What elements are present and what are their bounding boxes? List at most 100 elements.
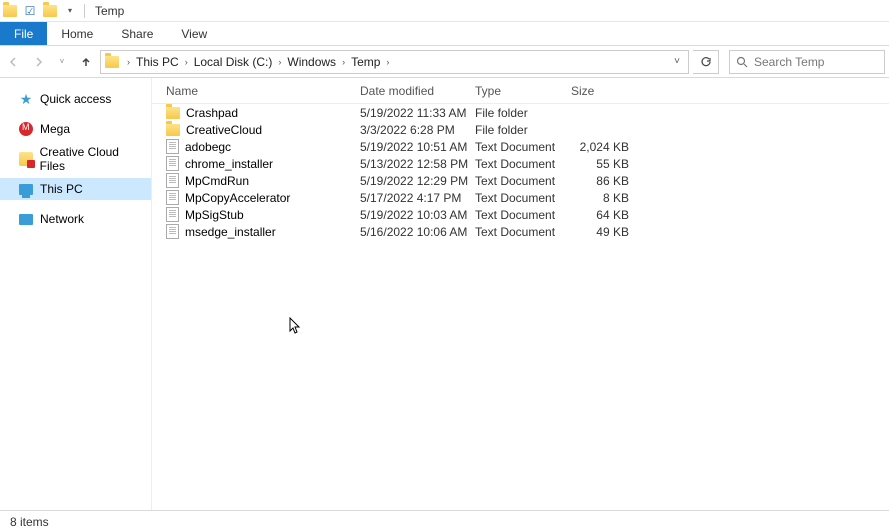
folder-icon xyxy=(166,107,180,119)
file-date: 5/16/2022 10:06 AM xyxy=(360,225,475,239)
column-header-name[interactable]: Name xyxy=(152,84,360,98)
file-name: CreativeCloud xyxy=(186,123,262,137)
chevron-right-icon[interactable]: › xyxy=(125,57,132,67)
chevron-right-icon[interactable]: › xyxy=(183,57,190,67)
file-name: msedge_installer xyxy=(185,225,276,239)
qat-properties-icon[interactable]: ☑ xyxy=(22,3,38,19)
refresh-button[interactable] xyxy=(693,50,719,74)
file-type: Text Document xyxy=(475,208,571,222)
chevron-right-icon[interactable]: › xyxy=(340,57,347,67)
file-name: adobegc xyxy=(185,140,231,154)
recent-dropdown[interactable]: ˅ xyxy=(52,52,72,72)
mega-icon xyxy=(18,121,34,137)
file-name: MpCopyAccelerator xyxy=(185,191,290,205)
file-size: 49 KB xyxy=(571,225,637,239)
document-icon xyxy=(166,224,179,239)
table-row[interactable]: CreativeCloud 3/3/2022 6:28 PMFile folder xyxy=(152,121,889,138)
sidebar-item-this-pc[interactable]: This PC xyxy=(0,178,151,200)
back-button[interactable] xyxy=(4,52,24,72)
sidebar-item-network[interactable]: Network xyxy=(0,208,151,230)
sidebar-item-quick-access[interactable]: ★ Quick access xyxy=(0,88,151,110)
chevron-right-icon[interactable]: › xyxy=(276,57,283,67)
ribbon-tabs: File Home Share View xyxy=(0,22,889,46)
table-row[interactable]: Crashpad 5/19/2022 11:33 AMFile folder xyxy=(152,104,889,121)
document-icon xyxy=(166,139,179,154)
search-input[interactable]: Search Temp xyxy=(729,50,885,74)
file-rows: Crashpad5/19/2022 11:33 AMFile folderCre… xyxy=(152,104,889,240)
file-size: 55 KB xyxy=(571,157,637,171)
sidebar-item-label: Network xyxy=(40,212,84,226)
file-type: Text Document xyxy=(475,140,571,154)
tab-view[interactable]: View xyxy=(167,22,221,45)
breadcrumb[interactable]: Temp xyxy=(347,55,384,69)
table-row[interactable]: MpSigStub 5/19/2022 10:03 AMText Document… xyxy=(152,206,889,223)
document-icon xyxy=(166,190,179,205)
document-icon xyxy=(166,207,179,222)
window-title: Temp xyxy=(95,4,124,18)
file-date: 5/17/2022 4:17 PM xyxy=(360,191,475,205)
file-date: 5/13/2022 12:58 PM xyxy=(360,157,475,171)
table-row[interactable]: MpCmdRun 5/19/2022 12:29 PMText Document8… xyxy=(152,172,889,189)
title-bar: ☑ ▾ Temp xyxy=(0,0,889,22)
file-type: Text Document xyxy=(475,191,571,205)
column-header-type[interactable]: Type xyxy=(475,84,571,98)
file-date: 5/19/2022 12:29 PM xyxy=(360,174,475,188)
chevron-right-icon[interactable]: › xyxy=(384,57,391,67)
file-name: MpSigStub xyxy=(185,208,244,222)
file-size: 8 KB xyxy=(571,191,637,205)
navigation-bar: ˅ › This PC › Local Disk (C:) › Windows … xyxy=(0,46,889,78)
tab-file[interactable]: File xyxy=(0,22,47,45)
document-icon xyxy=(166,156,179,171)
file-type: Text Document xyxy=(475,174,571,188)
forward-button[interactable] xyxy=(28,52,48,72)
sidebar-item-mega[interactable]: Mega xyxy=(0,118,151,140)
file-type: Text Document xyxy=(475,225,571,239)
file-type: Text Document xyxy=(475,157,571,171)
sidebar-item-label: This PC xyxy=(40,182,83,196)
address-folder-icon xyxy=(105,56,119,68)
star-icon: ★ xyxy=(18,91,34,107)
tab-share[interactable]: Share xyxy=(107,22,167,45)
file-date: 5/19/2022 10:03 AM xyxy=(360,208,475,222)
status-item-count: 8 items xyxy=(10,515,49,529)
folder-app-icon xyxy=(2,3,18,19)
column-header-date[interactable]: Date modified xyxy=(360,84,475,98)
main-area: ★ Quick access Mega Creative Cloud Files… xyxy=(0,78,889,510)
file-name: MpCmdRun xyxy=(185,174,249,188)
document-icon xyxy=(166,173,179,188)
sidebar-item-label: Quick access xyxy=(40,92,111,106)
status-bar: 8 items xyxy=(0,510,889,532)
sidebar-item-label: Creative Cloud Files xyxy=(40,145,145,173)
sidebar-item-label: Mega xyxy=(40,122,70,136)
breadcrumb[interactable]: This PC xyxy=(132,55,183,69)
file-size: 2,024 KB xyxy=(571,140,637,154)
tab-home[interactable]: Home xyxy=(47,22,107,45)
address-history-dropdown[interactable]: ˅ xyxy=(668,56,686,67)
sidebar-item-creative-cloud[interactable]: Creative Cloud Files xyxy=(0,148,151,170)
network-icon xyxy=(18,211,34,227)
column-header-size[interactable]: Size xyxy=(571,84,637,98)
file-name: chrome_installer xyxy=(185,157,273,171)
search-placeholder: Search Temp xyxy=(754,55,824,69)
table-row[interactable]: msedge_installer 5/16/2022 10:06 AMText D… xyxy=(152,223,889,240)
table-row[interactable]: adobegc 5/19/2022 10:51 AMText Document2,… xyxy=(152,138,889,155)
file-type: File folder xyxy=(475,106,571,120)
folder-icon xyxy=(166,124,180,136)
breadcrumb[interactable]: Windows xyxy=(283,55,340,69)
qat-newfolder-icon[interactable] xyxy=(42,3,58,19)
address-bar[interactable]: › This PC › Local Disk (C:) › Windows › … xyxy=(100,50,689,74)
separator xyxy=(84,4,85,18)
file-date: 5/19/2022 10:51 AM xyxy=(360,140,475,154)
file-date: 3/3/2022 6:28 PM xyxy=(360,123,475,137)
file-date: 5/19/2022 11:33 AM xyxy=(360,106,475,120)
file-list-pane: Name Date modified Type Size Crashpad 5/1… xyxy=(152,78,889,510)
table-row[interactable]: chrome_installer 5/13/2022 12:58 PMText D… xyxy=(152,155,889,172)
table-row[interactable]: MpCopyAccelerator 5/17/2022 4:17 PMText D… xyxy=(152,189,889,206)
breadcrumb[interactable]: Local Disk (C:) xyxy=(190,55,277,69)
file-type: File folder xyxy=(475,123,571,137)
qat-customize-icon[interactable]: ▾ xyxy=(62,3,78,19)
file-name: Crashpad xyxy=(186,106,238,120)
file-size: 86 KB xyxy=(571,174,637,188)
pc-icon xyxy=(18,181,34,197)
up-button[interactable] xyxy=(76,52,96,72)
